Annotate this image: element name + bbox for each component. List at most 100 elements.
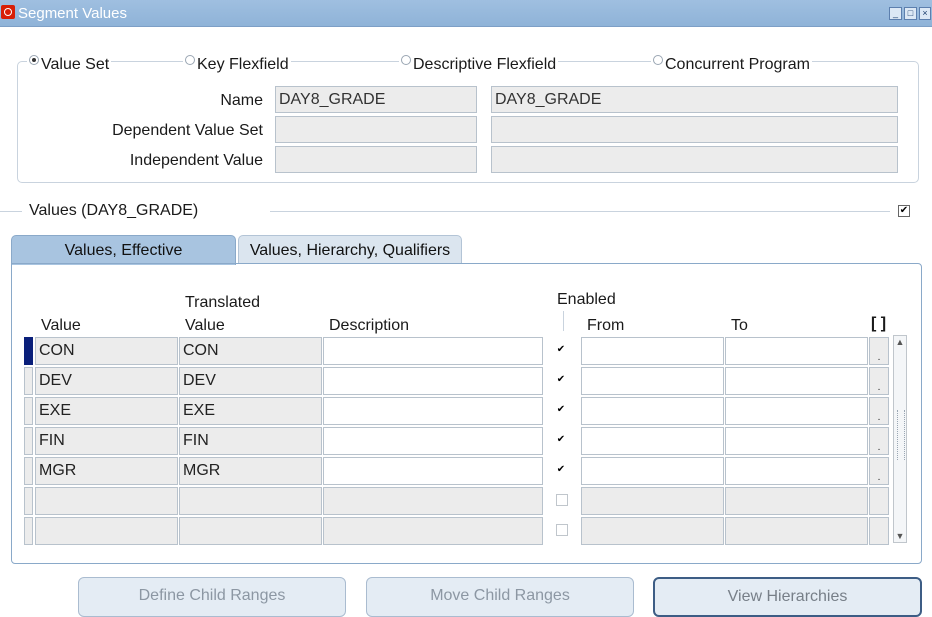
- cell-description[interactable]: [323, 457, 543, 485]
- cell-description[interactable]: [323, 517, 543, 545]
- column-header-description: Description: [329, 317, 410, 334]
- cell-translated-value[interactable]: CON: [179, 337, 322, 365]
- cell-to[interactable]: [725, 367, 868, 395]
- row-selector[interactable]: [24, 487, 33, 515]
- close-icon[interactable]: ×: [919, 7, 931, 20]
- enabled-checkbox[interactable]: ✔: [556, 375, 566, 385]
- column-header-more: [ ]: [871, 315, 887, 332]
- column-header-translated-value: Value: [185, 317, 225, 334]
- cell-description[interactable]: [323, 367, 543, 395]
- scroll-thumb[interactable]: [897, 410, 905, 460]
- scroll-down-icon[interactable]: ▼: [894, 530, 906, 542]
- radio-concurrent-program[interactable]: Concurrent Program: [651, 55, 812, 74]
- cell-value[interactable]: MGR: [35, 457, 178, 485]
- cell-to[interactable]: [725, 337, 868, 365]
- tab-values-effective[interactable]: Values, Effective: [11, 235, 236, 265]
- scroll-up-icon[interactable]: ▲: [894, 336, 906, 348]
- cell-value[interactable]: [35, 487, 178, 515]
- cell-description[interactable]: [323, 337, 543, 365]
- row-selector[interactable]: [24, 457, 33, 485]
- row-selector[interactable]: [24, 397, 33, 425]
- independent-value-field[interactable]: [275, 146, 477, 173]
- cell-value[interactable]: FIN: [35, 427, 178, 455]
- radio-label: Value Set: [41, 56, 110, 73]
- section-divider: [270, 211, 890, 212]
- window-title: Segment Values: [18, 5, 127, 22]
- enabled-checkbox[interactable]: [556, 524, 568, 536]
- column-header-enabled: Enabled: [557, 291, 616, 308]
- values-section-checkbox[interactable]: ✔: [898, 205, 910, 217]
- radio-descriptive-flexfield[interactable]: Descriptive Flexfield: [399, 55, 559, 74]
- maximize-icon[interactable]: □: [904, 7, 917, 20]
- cell-description[interactable]: [323, 427, 543, 455]
- cell-translated-value[interactable]: [179, 487, 322, 515]
- column-header-from: From: [587, 317, 625, 334]
- radio-value-set[interactable]: Value Set: [27, 55, 112, 74]
- view-hierarchies-button[interactable]: View Hierarchies: [653, 577, 922, 617]
- dependent-value-set-label: Dependent Value Set: [112, 122, 263, 139]
- cell-from[interactable]: [581, 397, 724, 425]
- row-more-button[interactable]: [869, 517, 889, 545]
- cell-to[interactable]: [725, 397, 868, 425]
- cell-description[interactable]: [323, 397, 543, 425]
- cell-translated-value[interactable]: MGR: [179, 457, 322, 485]
- cell-translated-value[interactable]: [179, 517, 322, 545]
- radio-key-flexfield[interactable]: Key Flexfield: [183, 55, 291, 74]
- row-more-button[interactable]: [869, 487, 889, 515]
- cell-value[interactable]: [35, 517, 178, 545]
- cell-from[interactable]: [581, 457, 724, 485]
- cell-from[interactable]: [581, 337, 724, 365]
- cell-from[interactable]: [581, 487, 724, 515]
- column-header-value: Value: [41, 317, 81, 334]
- cell-translated-value[interactable]: EXE: [179, 397, 322, 425]
- enabled-checkbox[interactable]: ✔: [556, 465, 566, 475]
- radio-icon: [401, 55, 411, 65]
- row-more-button[interactable]: .: [869, 367, 889, 395]
- row-more-button[interactable]: .: [869, 457, 889, 485]
- cell-value[interactable]: DEV: [35, 367, 178, 395]
- radio-label: Key Flexfield: [197, 56, 289, 73]
- independent-description-field[interactable]: [491, 146, 898, 173]
- cell-from[interactable]: [581, 367, 724, 395]
- row-selector[interactable]: [24, 367, 33, 395]
- row-more-button[interactable]: .: [869, 397, 889, 425]
- cell-value[interactable]: CON: [35, 337, 178, 365]
- name-field[interactable]: DAY8_GRADE: [275, 86, 477, 113]
- tab-values-hierarchy-qualifiers[interactable]: Values, Hierarchy, Qualifiers: [238, 235, 462, 264]
- oracle-icon: [1, 5, 15, 19]
- radio-icon: [185, 55, 195, 65]
- row-selector[interactable]: [24, 517, 33, 545]
- title-bar: Segment Values _ □ ×: [0, 0, 932, 27]
- row-more-button[interactable]: .: [869, 337, 889, 365]
- enabled-checkbox[interactable]: ✔: [556, 405, 566, 415]
- cell-translated-value[interactable]: FIN: [179, 427, 322, 455]
- cell-translated-value[interactable]: DEV: [179, 367, 322, 395]
- cell-description[interactable]: [323, 487, 543, 515]
- values-section-title: Values (DAY8_GRADE): [29, 202, 199, 219]
- name-label: Name: [220, 92, 263, 109]
- dependent-description-field[interactable]: [491, 116, 898, 143]
- row-selector[interactable]: [24, 427, 33, 455]
- minimize-icon[interactable]: _: [889, 7, 902, 20]
- enabled-checkbox[interactable]: [556, 494, 568, 506]
- column-header-translated: Translated: [185, 294, 260, 311]
- enabled-checkbox[interactable]: ✔: [556, 345, 566, 355]
- row-more-button[interactable]: .: [869, 427, 889, 455]
- cell-to[interactable]: [725, 517, 868, 545]
- cell-to[interactable]: [725, 427, 868, 455]
- move-child-ranges-button[interactable]: Move Child Ranges: [366, 577, 634, 617]
- cell-to[interactable]: [725, 457, 868, 485]
- define-child-ranges-button[interactable]: Define Child Ranges: [78, 577, 346, 617]
- row-selector-current[interactable]: [24, 337, 33, 365]
- column-header-to: To: [731, 317, 748, 334]
- cell-to[interactable]: [725, 487, 868, 515]
- vertical-scrollbar[interactable]: ▲ ▼: [893, 335, 907, 543]
- cell-value[interactable]: EXE: [35, 397, 178, 425]
- cell-from[interactable]: [581, 517, 724, 545]
- radio-label: Descriptive Flexfield: [413, 56, 557, 73]
- enabled-checkbox[interactable]: ✔: [556, 435, 566, 445]
- name-description-field[interactable]: DAY8_GRADE: [491, 86, 898, 113]
- dependent-value-set-field[interactable]: [275, 116, 477, 143]
- cell-from[interactable]: [581, 427, 724, 455]
- radio-selected-icon: [29, 55, 39, 65]
